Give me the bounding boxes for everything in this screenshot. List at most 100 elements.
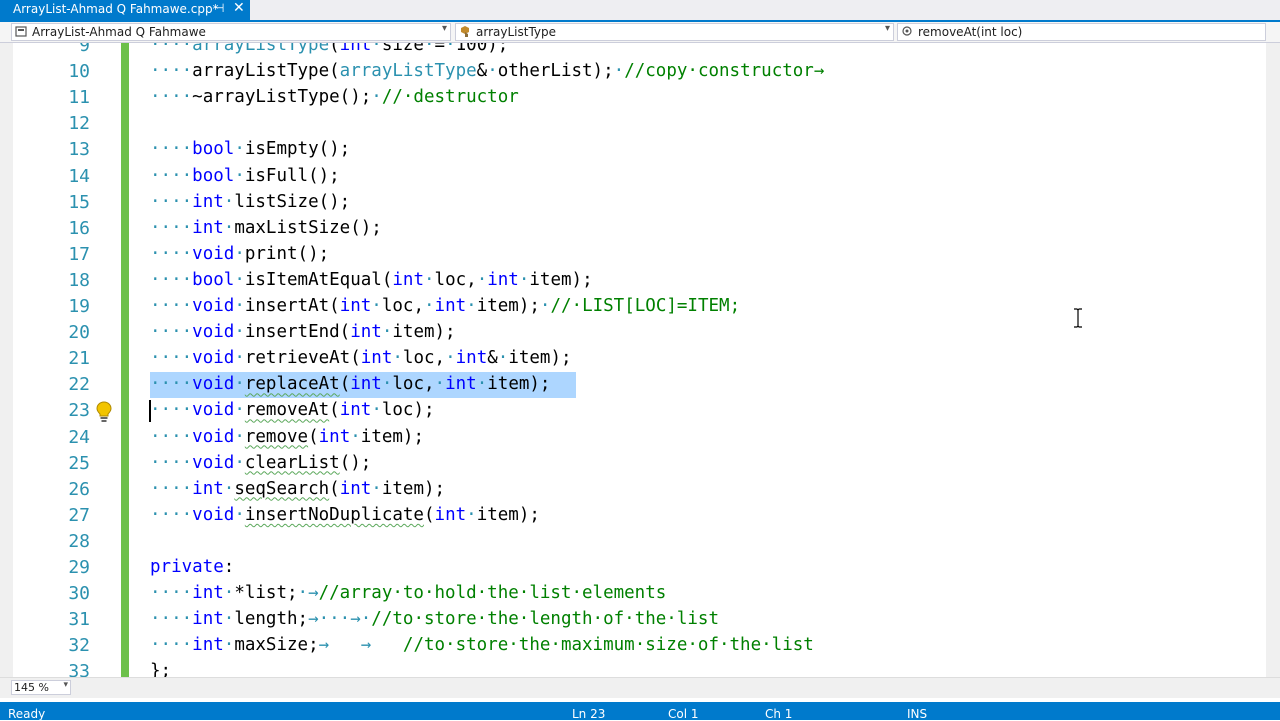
code-keyword: int — [192, 191, 224, 212]
code-keyword: void — [192, 296, 235, 316]
code-token: · — [613, 61, 625, 82]
code-line[interactable]: ····void·clearList(); — [150, 450, 371, 476]
change-tracking-bar — [121, 43, 129, 677]
code-token: · — [223, 635, 235, 656]
line-number: 31 — [68, 609, 90, 631]
code-token: ( — [329, 478, 340, 499]
code-comment: //to·store·the·length·of·the·list — [371, 609, 719, 630]
code-token: ···· — [150, 165, 193, 186]
code-line[interactable]: ····int·listSize(); — [150, 189, 350, 215]
pin-icon[interactable]: ⊣ — [214, 1, 224, 15]
status-insert-mode[interactable]: INS — [907, 707, 927, 721]
code-token: ···· — [150, 374, 193, 395]
close-icon[interactable]: ✕ — [233, 0, 245, 16]
code-token: · — [223, 217, 235, 238]
code-token: item); — [529, 269, 593, 290]
code-token: · — [487, 61, 498, 82]
status-char: Ch 1 — [765, 707, 793, 721]
code-token: ( — [339, 374, 351, 395]
code-keyword: void — [192, 322, 235, 343]
code-token: · — [234, 165, 245, 186]
code-comment: //copy·constructor→ — [624, 61, 825, 82]
code-line[interactable]: ····void·removeAt(int·loc); — [150, 397, 435, 423]
member-dropdown[interactable]: removeAt(int loc) — [897, 23, 1266, 41]
code-line[interactable]: ····void·insertNoDuplicate(int·item); — [150, 502, 540, 528]
vertical-scrollbar[interactable] — [1266, 43, 1280, 677]
code-line[interactable]: ····void·replaceAt(int·loc,·int·item); — [150, 371, 550, 397]
line-number: 23 — [68, 400, 90, 422]
line-number: 13 — [68, 139, 90, 161]
code-editor[interactable]: 9 ····arrayListType(int·size·=·100); 10 ···… — [0, 43, 1266, 677]
code-line[interactable]: ····arrayListType(int·size·=·100); — [150, 43, 508, 58]
code-line[interactable]: ····void·insertAt(int·loc,·int·item);·//… — [150, 293, 740, 319]
code-line[interactable]: private: — [150, 554, 234, 580]
code-token: listSize(); — [234, 191, 351, 212]
code-token: maxListSize(); — [234, 217, 382, 238]
zoom-dropdown[interactable]: 145 % ▾ — [11, 680, 71, 695]
code-line[interactable]: ····int·maxListSize(); — [150, 215, 382, 241]
code-line[interactable]: ····int·length;→···→·//to·store·the·leng… — [150, 606, 719, 632]
code-line[interactable]: ····void·remove(int·item); — [150, 424, 424, 450]
code-token: · — [392, 348, 403, 369]
code-token: & — [487, 348, 498, 369]
code-line[interactable]: }; — [150, 658, 171, 677]
line-number: 15 — [68, 191, 90, 213]
code-line[interactable]: ····arrayListType(arrayListType&·otherLi… — [150, 58, 824, 84]
code-line[interactable]: ····int·*list;·→//array·to·hold·the·list… — [150, 580, 666, 606]
code-line[interactable]: ····int·maxSize;→ → //to·store·the·maxim… — [150, 632, 814, 658]
code-token: ( — [329, 43, 340, 55]
code-comment: //to·store·the·maximum·size·of·the·list — [402, 635, 814, 656]
line-number: 16 — [68, 217, 90, 239]
code-token: ···· — [150, 400, 193, 421]
code-comment: //·destructor — [381, 87, 519, 108]
code-token: seqSearch — [234, 478, 330, 499]
code-token: · — [371, 43, 382, 55]
code-token: item); — [392, 322, 456, 343]
status-ready: Ready — [8, 707, 46, 721]
code-token: ···· — [150, 635, 193, 656]
code-token: ···· — [150, 609, 193, 630]
code-token: ( — [308, 426, 319, 447]
code-token: · — [350, 426, 361, 447]
code-line[interactable]: ····bool·isItemAtEqual(int·loc,·int·item… — [150, 267, 593, 293]
line-number: 21 — [68, 348, 90, 370]
code-keyword: int — [434, 296, 467, 316]
code-token: ···· — [150, 87, 193, 108]
code-token: →···→· — [308, 609, 372, 630]
code-token: ···· — [150, 452, 193, 473]
code-line[interactable]: ····int·seqSearch(int·item); — [150, 476, 445, 502]
code-keyword: int — [192, 217, 224, 238]
code-keyword: void — [192, 374, 235, 395]
code-token: loc, — [381, 296, 424, 316]
code-token: · — [223, 609, 235, 630]
code-token: · — [497, 348, 509, 369]
code-token: ···· — [150, 348, 193, 369]
code-token: · — [234, 452, 245, 473]
code-token: ···· — [150, 504, 193, 525]
zoom-level: 145 % — [14, 681, 49, 694]
code-line[interactable]: ····~arrayListType();·//·destructor — [150, 84, 519, 110]
code-keyword: void — [192, 504, 235, 525]
code-token: loc); — [381, 400, 435, 421]
code-token: removeAt — [244, 400, 330, 421]
code-token: · — [434, 374, 446, 395]
code-keyword: int — [360, 348, 393, 369]
code-line[interactable]: ····void·insertEnd(int·item); — [150, 319, 456, 345]
code-line[interactable]: ····void·retrieveAt(int·loc,·int&·item); — [150, 345, 572, 371]
code-line[interactable]: ····bool·isEmpty(); — [150, 136, 350, 162]
code-token: · — [371, 478, 382, 499]
code-token: length; — [234, 609, 309, 630]
document-tab[interactable]: ArrayList-Ahmad Q Fahmawe.cpp* ⊣ ✕ — [0, 0, 250, 20]
code-token: ···· — [150, 61, 193, 82]
code-token: · — [381, 322, 393, 343]
scope-dropdown[interactable]: arrayListType ▾ — [455, 23, 894, 41]
code-token: · — [518, 269, 530, 290]
indicator-margin — [0, 43, 13, 677]
code-token: item); — [476, 504, 540, 525]
code-line[interactable]: ····bool·isFull(); — [150, 163, 340, 189]
project-dropdown[interactable]: ArrayList-Ahmad Q Fahmawe ▾ — [11, 23, 451, 41]
lightbulb-icon[interactable] — [95, 401, 113, 423]
code-token: · — [234, 504, 245, 525]
code-line[interactable]: ····void·print(); — [150, 241, 329, 267]
line-number: 29 — [68, 557, 90, 578]
